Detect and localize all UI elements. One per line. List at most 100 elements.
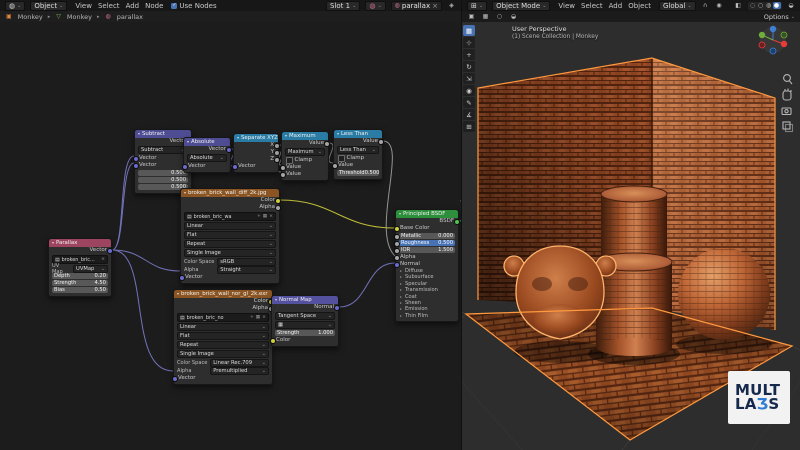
options-dropdown[interactable]: Options ⌄ (764, 13, 795, 21)
socket-normal-input[interactable]: Normal (396, 261, 458, 268)
measure-tool[interactable]: ∡ (463, 109, 475, 120)
unlink-image-button[interactable]: × (101, 257, 105, 262)
editor-type-button[interactable]: ⊞ ⌄ (467, 1, 487, 11)
navigation-gizmo[interactable] (759, 26, 787, 54)
node-header[interactable]: ▾broken_brick_wall_diff_2k.jpg (181, 189, 279, 197)
socket-value-input[interactable]: Value (282, 171, 328, 178)
node-header[interactable]: ▾broken_brick_wall_nor_gl_2k.exr (174, 290, 272, 298)
uvmap-field[interactable]: ▦⌄ (275, 321, 335, 329)
socket-vector-input[interactable]: Vector (181, 274, 279, 281)
depth-slider[interactable]: Depth0.20 (52, 273, 108, 279)
solid-shading-icon[interactable]: ○ (757, 2, 765, 9)
extension-dropdown[interactable]: Repeat⌄ (177, 341, 269, 349)
select-box-tool[interactable]: ▦ (463, 25, 475, 36)
new-image-button[interactable]: + (257, 214, 261, 219)
mode-dropdown[interactable]: Object Mode ⌄ (492, 1, 550, 11)
gizmo-x-neg[interactable] (759, 42, 765, 48)
operation-dropdown[interactable]: Absolute⌄ (187, 154, 227, 162)
overlays-dropdown-icon[interactable]: ◒ (787, 2, 796, 10)
node-header[interactable]: ▾Normal Map (272, 296, 338, 304)
annotate-tool[interactable]: ✎ (463, 97, 475, 108)
node-header[interactable]: ▾Principled BSDF (396, 210, 458, 218)
cursor-tool[interactable]: ⊹ (463, 37, 475, 48)
material-browse-dropdown[interactable]: ◍ ⌄ (365, 1, 385, 11)
wireframe-shading-icon[interactable]: ◌ (749, 2, 757, 9)
threshold-slider[interactable]: Threshold0.500 (337, 170, 379, 176)
alpha-mode-dropdown[interactable]: Straight⌄ (217, 266, 276, 274)
socket-vector-input[interactable]: Vector (234, 163, 278, 170)
clamp-checkbox[interactable]: Clamp (334, 155, 382, 162)
shader-type-dropdown[interactable]: Object ⌄ (30, 1, 67, 11)
gizmo-x-axis[interactable] (781, 41, 787, 47)
image-selector[interactable]: ▤ broken_bric_wa + ▦ × (184, 212, 276, 221)
scale-tool[interactable]: ⇲ (463, 73, 475, 84)
brick-sphere[interactable] (678, 248, 770, 340)
bias-slider[interactable]: Bias0.50 (52, 287, 108, 293)
select-lasso-mode-icon[interactable]: ◒ (509, 13, 518, 21)
add-cube-tool[interactable]: ⊞ (463, 121, 475, 132)
socket-normal-output[interactable]: Normal (272, 304, 338, 311)
move-tool[interactable]: + (463, 49, 475, 60)
node-normal-map[interactable]: ▾Normal Map Normal Tangent Space⌄ ▦⌄ Str… (271, 295, 339, 347)
menu-item[interactable]: Select (95, 2, 123, 10)
vector-value-field[interactable]: 0.500 (138, 177, 188, 183)
socket-value-input[interactable]: Value (282, 164, 328, 171)
rotate-tool[interactable]: ↻ (463, 61, 475, 72)
transform-orientation-dropdown[interactable]: Global ⌄ (659, 1, 696, 11)
socket-vector-input[interactable]: Vector (184, 163, 230, 170)
transform-tool[interactable]: ◉ (463, 85, 475, 96)
menu-item[interactable]: View (72, 2, 95, 10)
operation-dropdown[interactable]: Maximum⌄ (285, 148, 325, 156)
strength-slider[interactable]: Strength4.50 (52, 280, 108, 286)
unlink-image-button[interactable]: × (262, 315, 266, 320)
socket-alpha-input[interactable]: Alpha (396, 254, 458, 261)
select-circle-mode-icon[interactable]: ○ (495, 13, 504, 21)
node-header[interactable]: ▾Subtract (135, 130, 191, 138)
node-image-texture-diffuse[interactable]: ▾broken_brick_wall_diff_2k.jpg Color Alp… (180, 188, 280, 284)
operation-dropdown[interactable]: Subtract⌄ (138, 146, 188, 154)
socket-z-output[interactable]: Z (234, 156, 278, 163)
vector-value-field[interactable]: 0.500 (138, 170, 188, 176)
strength-slider[interactable]: Strength1.000 (275, 330, 335, 336)
menu-item[interactable]: Object (625, 2, 654, 10)
menu-item[interactable]: Node (142, 2, 166, 10)
snap-magnet-icon[interactable]: ∩ (701, 2, 710, 10)
gizmo-z-axis[interactable] (770, 26, 776, 32)
pan-hand-icon[interactable] (783, 89, 791, 101)
menu-item[interactable]: View (555, 2, 578, 10)
new-image-button[interactable]: + (250, 315, 254, 320)
color-space-dropdown[interactable]: Linear Rec.709⌄ (210, 359, 269, 367)
gizmo-y-neg[interactable] (781, 32, 787, 38)
node-header[interactable]: ▾Less Than (334, 130, 382, 138)
extension-dropdown[interactable]: Repeat⌄ (184, 240, 276, 248)
node-principled-bsdf[interactable]: ▾Principled BSDF BSDF Base Color Metalli… (395, 209, 459, 322)
socket-alpha-output[interactable]: Alpha (181, 204, 279, 211)
socket-value-input[interactable]: Value (334, 162, 382, 169)
node-parallax[interactable]: ▾Parallax Vector ▤ broken_bric... × UV M… (48, 238, 112, 297)
socket-value-output[interactable]: Value (334, 138, 382, 145)
breadcrumb-data[interactable]: Monkey (67, 13, 92, 21)
interpolation-dropdown[interactable]: Linear⌄ (184, 222, 276, 230)
interpolation-dropdown[interactable]: Linear⌄ (177, 323, 269, 331)
gizmo-y-axis[interactable] (759, 32, 765, 38)
metallic-slider[interactable]: Metallic0.000 (399, 233, 455, 239)
use-nodes-toggle[interactable]: ✓ Use Nodes (171, 2, 216, 10)
gizmo-z-neg[interactable] (770, 48, 776, 54)
alpha-mode-dropdown[interactable]: Premultiplied⌄ (210, 367, 269, 375)
roughness-slider[interactable]: Roughness0.500 (399, 240, 455, 246)
proportional-editing-icon[interactable]: ◉ (715, 2, 724, 10)
socket-x-output[interactable]: X (234, 142, 278, 149)
menu-item[interactable]: Add (606, 2, 626, 10)
xray-toggle-icon[interactable]: ◧ (734, 2, 743, 10)
breadcrumb-material[interactable]: parallax (117, 13, 143, 21)
editor-type-button[interactable]: ◍ ⌄ (5, 1, 25, 11)
source-dropdown[interactable]: Single Image⌄ (177, 350, 269, 358)
color-space-dropdown[interactable]: sRGB⌄ (217, 258, 276, 266)
socket-color-input[interactable]: Color (272, 337, 338, 344)
projection-dropdown[interactable]: Flat⌄ (177, 332, 269, 340)
space-dropdown[interactable]: Tangent Space⌄ (275, 312, 335, 320)
perspective-toggle-icon[interactable] (783, 122, 793, 132)
socket-color-output[interactable]: Color (181, 197, 279, 204)
ior-slider[interactable]: IOR1.500 (399, 247, 455, 253)
open-image-button[interactable]: ▦ (263, 214, 267, 219)
